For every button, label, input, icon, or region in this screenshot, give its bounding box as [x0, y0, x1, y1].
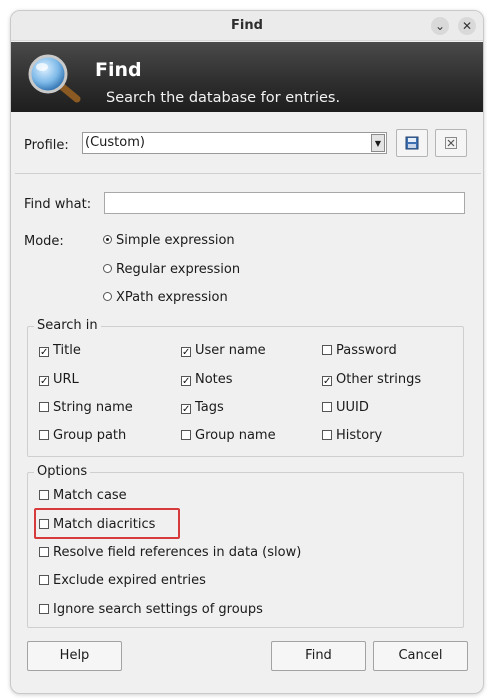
checkmark-icon: ✓	[39, 376, 49, 387]
radio-indicator	[103, 292, 112, 301]
search-uuid-label: UUID	[336, 400, 369, 415]
magnifier-icon	[28, 54, 81, 103]
exclude-expired-checkbox[interactable]: Exclude expired entries	[39, 573, 206, 588]
delete-profile-icon	[445, 137, 457, 149]
close-button[interactable]: ✕	[458, 17, 476, 35]
match-case-label: Match case	[53, 488, 127, 503]
search-url-checkbox[interactable]: ✓ URL	[39, 372, 79, 387]
mode-label: Mode:	[24, 234, 64, 249]
checkmark-icon: ✓	[181, 376, 191, 387]
search-username-label: User name	[195, 343, 266, 358]
checkmark-icon: ✓	[322, 376, 332, 387]
exclude-expired-label: Exclude expired entries	[53, 573, 206, 588]
search-notes-checkbox[interactable]: ✓ Notes	[181, 372, 233, 387]
checkbox-empty	[39, 575, 49, 585]
search-other-strings-label: Other strings	[336, 372, 422, 387]
chevron-down-icon[interactable]: ▼	[371, 134, 385, 152]
search-notes-label: Notes	[195, 372, 233, 387]
checkbox-empty	[39, 547, 49, 557]
search-uuid-checkbox[interactable]: UUID	[322, 400, 369, 415]
minimize-button[interactable]: ⌄	[431, 17, 449, 35]
mode-xpath-radio[interactable]: XPath expression	[103, 290, 228, 305]
search-password-label: Password	[336, 343, 397, 358]
checkbox-empty	[39, 604, 49, 614]
checkbox-empty	[39, 430, 49, 440]
radio-indicator	[103, 264, 112, 273]
separator	[15, 173, 481, 174]
delete-profile-button[interactable]	[435, 129, 467, 157]
search-tags-label: Tags	[195, 400, 224, 415]
mode-regex-radio[interactable]: Regular expression	[103, 262, 240, 277]
resolve-field-references-checkbox[interactable]: Resolve field references in data (slow)	[39, 545, 301, 560]
search-group-path-label: Group path	[53, 428, 127, 443]
search-string-name-checkbox[interactable]: String name	[39, 400, 133, 415]
search-password-checkbox[interactable]: Password	[322, 343, 397, 358]
match-case-checkbox[interactable]: Match case	[39, 488, 127, 503]
mode-xpath-label: XPath expression	[116, 290, 228, 305]
banner-subtitle: Search the database for entries.	[106, 90, 341, 106]
save-profile-button[interactable]	[396, 129, 428, 157]
ignore-group-settings-label: Ignore search settings of groups	[53, 602, 263, 617]
find-button[interactable]: Find	[271, 641, 366, 671]
profile-label: Profile:	[24, 138, 69, 153]
find-what-label: Find what:	[24, 197, 92, 212]
checkbox-empty	[39, 402, 49, 412]
profile-select[interactable]: (Custom) ▼	[82, 132, 387, 154]
find-dialog: Find ⌄ ✕ Find Search the database for en…	[10, 10, 484, 694]
search-title-checkbox[interactable]: ✓ Title	[39, 343, 81, 358]
mode-regex-label: Regular expression	[116, 262, 241, 277]
checkmark-icon: ✓	[39, 347, 49, 358]
search-group-name-checkbox[interactable]: Group name	[181, 428, 276, 443]
search-history-label: History	[336, 428, 383, 443]
mode-simple-label: Simple expression	[116, 233, 235, 248]
search-history-checkbox[interactable]: History	[322, 428, 382, 443]
search-url-label: URL	[53, 372, 79, 387]
resolve-field-references-label: Resolve field references in data (slow)	[53, 545, 302, 560]
highlight-box	[34, 508, 180, 539]
checkbox-empty	[181, 430, 191, 440]
cancel-button[interactable]: Cancel	[373, 641, 468, 671]
search-title-label: Title	[53, 343, 81, 358]
checkmark-icon: ✓	[181, 347, 191, 358]
mode-simple-radio[interactable]: Simple expression	[103, 233, 235, 248]
search-group-name-label: Group name	[195, 428, 276, 443]
search-tags-checkbox[interactable]: ✓ Tags	[181, 400, 224, 415]
search-group-path-checkbox[interactable]: Group path	[39, 428, 126, 443]
checkmark-icon: ✓	[181, 404, 191, 415]
ignore-group-settings-checkbox[interactable]: Ignore search settings of groups	[39, 602, 263, 617]
title-bar[interactable]: Find ⌄ ✕	[11, 11, 483, 41]
search-in-legend: Search in	[34, 318, 101, 333]
checkbox-empty	[322, 345, 332, 355]
save-profile-icon	[405, 136, 419, 150]
checkbox-empty	[39, 490, 49, 500]
options-legend: Options	[34, 464, 91, 479]
profile-select-value: (Custom)	[85, 135, 145, 150]
search-username-checkbox[interactable]: ✓ User name	[181, 343, 266, 358]
search-string-name-label: String name	[53, 400, 133, 415]
banner-title: Find	[95, 59, 142, 81]
checkbox-empty	[322, 430, 332, 440]
header-banner: Find Search the database for entries.	[11, 42, 483, 112]
help-button[interactable]: Help	[27, 641, 122, 671]
checkbox-empty	[322, 402, 332, 412]
radio-indicator	[103, 235, 112, 244]
find-what-input[interactable]	[104, 192, 465, 214]
window-title: Find	[231, 18, 263, 33]
search-other-strings-checkbox[interactable]: ✓ Other strings	[322, 372, 421, 387]
